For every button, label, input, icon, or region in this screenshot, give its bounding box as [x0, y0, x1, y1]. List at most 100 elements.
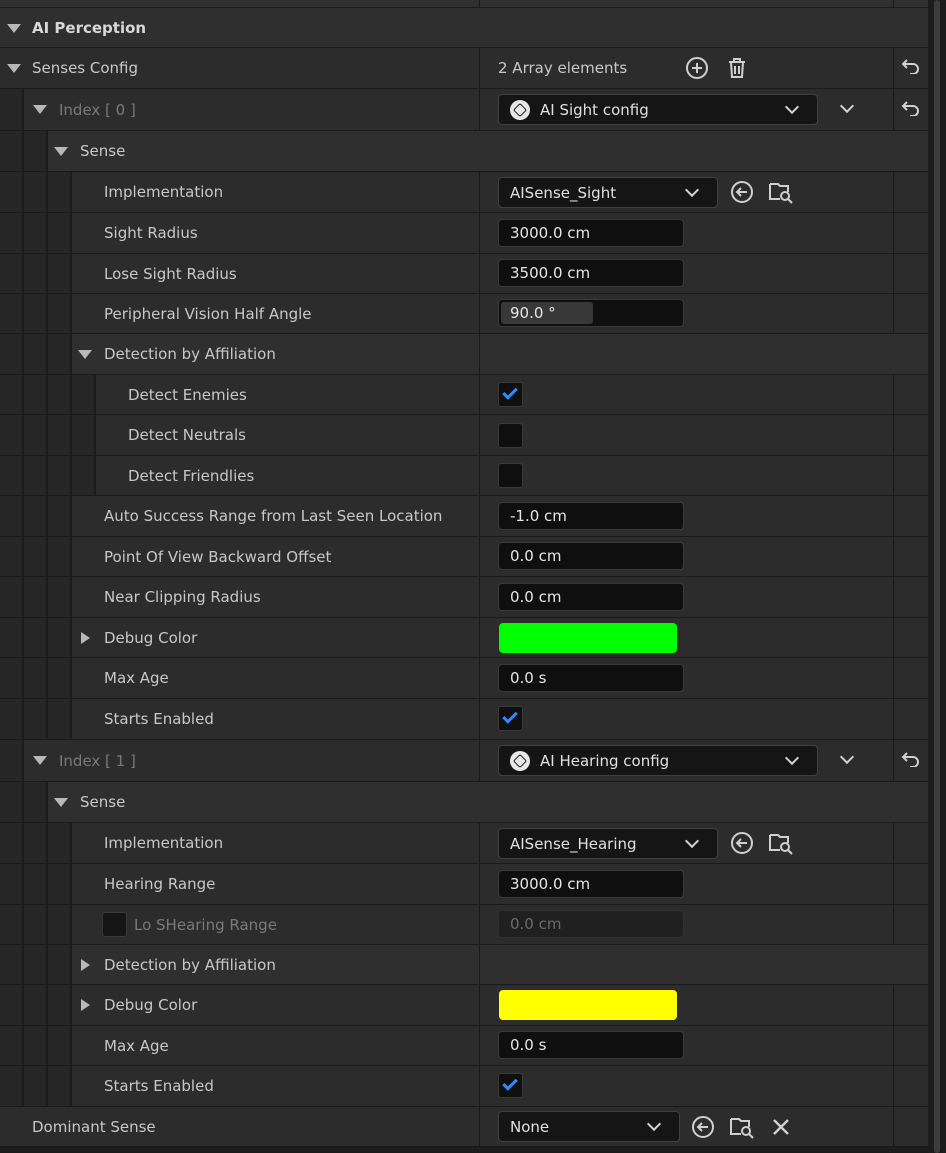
- row-starts-enabled-0: Starts Enabled: [0, 699, 928, 740]
- row-detect-friendlies: Detect Friendlies: [0, 456, 928, 496]
- dominant-sense-label: Dominant Sense: [32, 1117, 156, 1136]
- index-0-label: Index [ 0 ]: [59, 100, 136, 119]
- row-hearing-range: Hearing Range 3000.0 cm: [0, 864, 928, 905]
- debug-color-swatch[interactable]: [499, 990, 677, 1020]
- row-dominant-sense: Dominant Sense None: [0, 1107, 928, 1147]
- row-index-1: Index [ 1 ] AI Hearing config: [0, 740, 928, 782]
- clear-x-icon[interactable]: [770, 1116, 792, 1138]
- auto-success-input[interactable]: -1.0 cm: [498, 502, 684, 530]
- detect-enemies-checkbox[interactable]: [498, 382, 523, 407]
- row-senses-config: Senses Config 2 Array elements: [0, 48, 928, 89]
- sense-config-combo[interactable]: AI Sight config: [498, 94, 818, 125]
- row-pov-offset: Point Of View Backward Offset 0.0 cm: [0, 537, 928, 577]
- reset-arrow-icon[interactable]: [901, 100, 921, 120]
- peripheral-vision-slider[interactable]: 90.0 °: [498, 299, 684, 327]
- debug-color-swatch[interactable]: [499, 623, 677, 653]
- collapse-arrow-icon[interactable]: [54, 147, 68, 156]
- browse-folder-icon[interactable]: [768, 179, 794, 205]
- chevron-down-icon: [684, 182, 700, 198]
- row-detect-enemies: Detect Enemies: [0, 375, 928, 415]
- chevron-down-icon: [646, 1116, 662, 1132]
- detect-friendlies-label: Detect Friendlies: [128, 466, 255, 485]
- row-lose-sight-radius: Lose Sight Radius 3500.0 cm: [0, 254, 928, 294]
- detect-friendlies-checkbox[interactable]: [498, 463, 523, 488]
- chevron-down-icon: [684, 833, 700, 849]
- combo-value: AISense_Sight: [510, 183, 617, 202]
- collapse-arrow-icon[interactable]: [7, 64, 21, 73]
- starts-enabled-checkbox[interactable]: [498, 1073, 523, 1098]
- scrollbar[interactable]: [928, 0, 946, 1153]
- detection-affiliation-label: Detection by Affiliation: [104, 345, 276, 363]
- row-sense-1[interactable]: Sense: [0, 782, 928, 823]
- auto-success-label: Auto Success Range from Last Seen Locati…: [104, 507, 443, 525]
- row-detection-affiliation-0[interactable]: Detection by Affiliation: [0, 334, 928, 375]
- detection-affiliation-label: Detection by Affiliation: [104, 955, 276, 974]
- expand-arrow-icon[interactable]: [81, 959, 90, 971]
- sight-radius-input[interactable]: 3000.0 cm: [498, 219, 684, 247]
- scrollbar-thumb[interactable]: [934, 0, 940, 1153]
- row-starts-enabled-1: Starts Enabled: [0, 1066, 928, 1107]
- combo-value: AISense_Hearing: [510, 834, 637, 853]
- use-selected-icon[interactable]: [691, 1115, 715, 1139]
- row-lo-hearing-range: Lo SHearing Range 0.0 cm: [0, 905, 928, 945]
- collapse-arrow-icon[interactable]: [7, 24, 21, 33]
- array-count: 2 Array elements: [498, 59, 628, 77]
- reset-arrow-icon[interactable]: [901, 58, 921, 78]
- chevron-down-icon[interactable]: [839, 749, 855, 765]
- browse-folder-icon[interactable]: [729, 1114, 755, 1140]
- row-auto-success-range: Auto Success Range from Last Seen Locati…: [0, 496, 928, 537]
- sense-label: Sense: [80, 142, 126, 160]
- hearing-range-input[interactable]: 3000.0 cm: [498, 870, 684, 898]
- max-age-input[interactable]: 0.0 s: [498, 664, 684, 692]
- use-selected-icon[interactable]: [730, 180, 754, 204]
- previous-row-sliver: [0, 0, 928, 8]
- row-max-age-0: Max Age 0.0 s: [0, 658, 928, 699]
- use-selected-icon[interactable]: [730, 831, 754, 855]
- reset-arrow-icon[interactable]: [901, 751, 921, 771]
- chevron-down-icon[interactable]: [839, 98, 855, 114]
- debug-color-label: Debug Color: [104, 628, 198, 647]
- category-ai-perception[interactable]: AI Perception: [0, 8, 928, 48]
- max-age-input[interactable]: 0.0 s: [498, 1031, 684, 1059]
- collapse-arrow-icon[interactable]: [33, 105, 47, 114]
- slider-value: 90.0 °: [510, 304, 556, 322]
- pov-offset-label: Point Of View Backward Offset: [104, 547, 332, 566]
- category-title: AI Perception: [32, 18, 147, 37]
- detect-neutrals-label: Detect Neutrals: [128, 426, 246, 444]
- add-element-icon[interactable]: [685, 56, 709, 80]
- detect-enemies-label: Detect Enemies: [128, 385, 247, 404]
- dominant-sense-combo[interactable]: None: [498, 1111, 680, 1142]
- details-panel: AI Perception Senses Config 2 Array elem…: [0, 0, 928, 1153]
- lo-hearing-range-input: 0.0 cm: [498, 910, 684, 938]
- lose-sight-radius-input[interactable]: 3500.0 cm: [498, 259, 684, 287]
- collapse-arrow-icon[interactable]: [33, 756, 47, 765]
- sight-radius-label: Sight Radius: [104, 224, 198, 242]
- starts-enabled-checkbox[interactable]: [498, 706, 523, 731]
- row-sight-radius: Sight Radius 3000.0 cm: [0, 213, 928, 254]
- checkmark-icon: [502, 708, 518, 724]
- detect-neutrals-checkbox[interactable]: [498, 423, 523, 448]
- row-peripheral-vision: Peripheral Vision Half Angle 90.0 °: [0, 294, 928, 334]
- peripheral-vision-label: Peripheral Vision Half Angle: [104, 304, 312, 323]
- pov-offset-input[interactable]: 0.0 cm: [498, 542, 684, 570]
- chevron-down-icon: [784, 99, 800, 115]
- override-checkbox[interactable]: [102, 912, 127, 937]
- row-sense-0[interactable]: Sense: [0, 131, 928, 172]
- starts-enabled-label: Starts Enabled: [104, 1077, 214, 1095]
- near-clipping-input[interactable]: 0.0 cm: [498, 583, 684, 611]
- collapse-arrow-icon[interactable]: [78, 350, 92, 359]
- browse-folder-icon[interactable]: [768, 830, 794, 856]
- trash-icon[interactable]: [725, 56, 749, 80]
- implementation-combo[interactable]: AISense_Sight: [498, 177, 718, 208]
- sense-config-combo[interactable]: AI Hearing config: [498, 745, 818, 776]
- expand-arrow-icon[interactable]: [81, 632, 90, 644]
- near-clipping-label: Near Clipping Radius: [104, 588, 261, 606]
- implementation-label: Implementation: [104, 834, 224, 852]
- collapse-arrow-icon[interactable]: [54, 798, 68, 807]
- expand-arrow-icon[interactable]: [81, 999, 90, 1011]
- lose-sight-radius-label: Lose Sight Radius: [104, 264, 237, 283]
- row-detection-affiliation-1[interactable]: Detection by Affiliation: [0, 945, 928, 985]
- bottom-sliver: [0, 1147, 928, 1153]
- implementation-combo[interactable]: AISense_Hearing: [498, 828, 718, 859]
- row-implementation: Implementation AISense_Sight: [0, 172, 928, 213]
